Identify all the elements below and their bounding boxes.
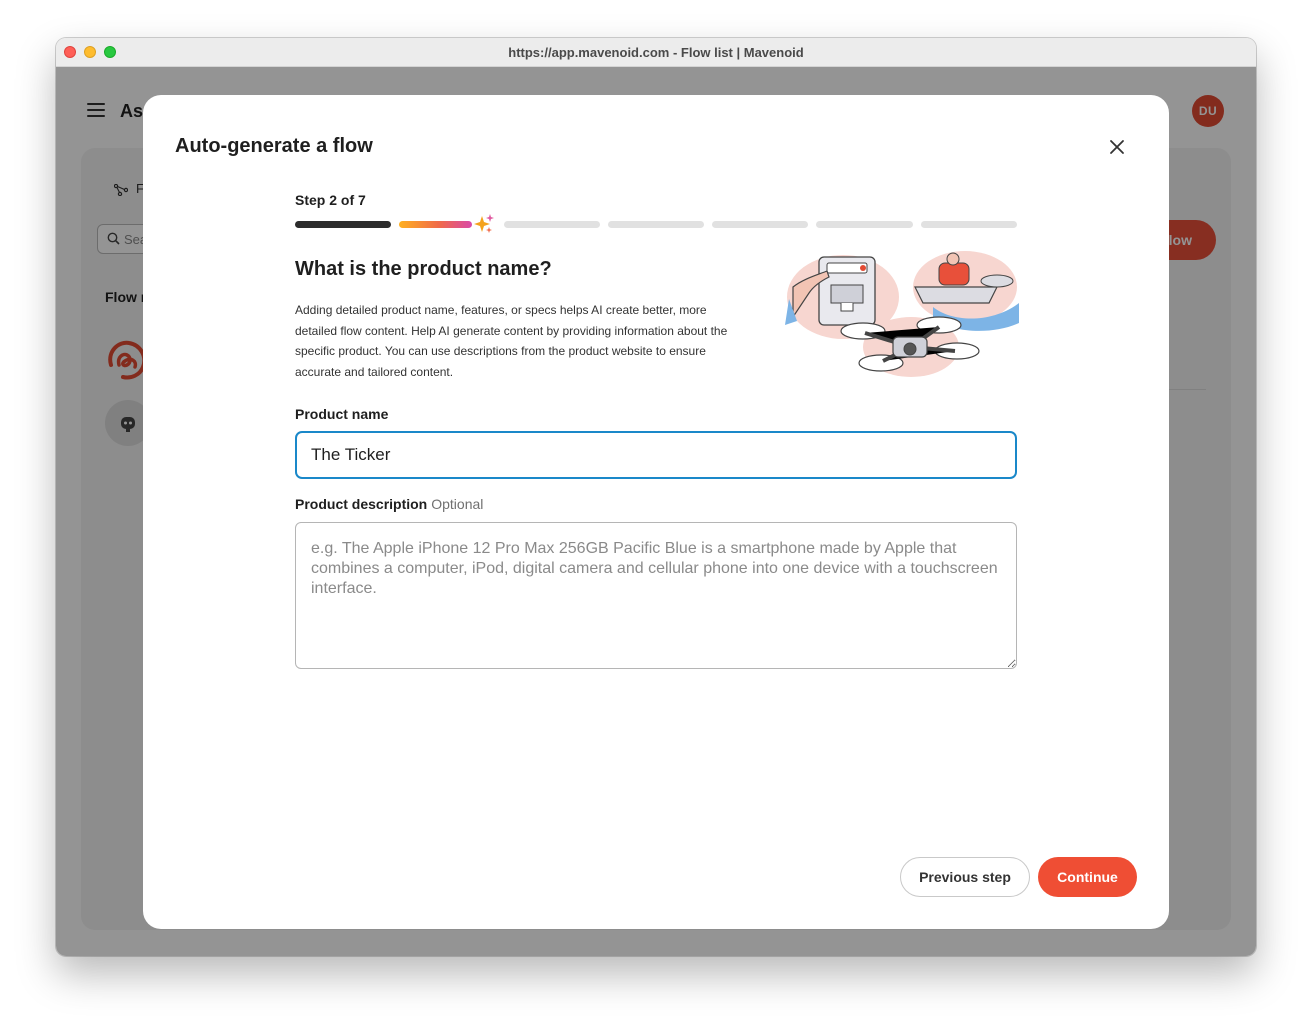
progress-segment-1 <box>295 221 391 228</box>
help-text: Adding detailed product name, features, … <box>295 303 728 379</box>
progress-segment-2 <box>399 221 472 228</box>
optional-tag: Optional <box>431 496 484 512</box>
browser-window: https://app.mavenoid.com - Flow list | M… <box>56 38 1256 956</box>
product-description-textarea[interactable] <box>295 522 1017 669</box>
progress-segment-4 <box>608 221 704 228</box>
window-title: https://app.mavenoid.com - Flow list | M… <box>508 45 804 60</box>
progress-segment-6 <box>816 221 913 228</box>
app-area: Ass DU F Sea flow Flow n Auto-generate a… <box>56 67 1256 956</box>
sparkle-icon <box>474 214 494 233</box>
previous-step-button[interactable]: Previous step <box>900 857 1030 897</box>
progress-segment-5 <box>712 221 808 228</box>
title-bar: https://app.mavenoid.com - Flow list | M… <box>56 38 1256 67</box>
step-progress-bar <box>295 214 1017 233</box>
modal-title: Auto-generate a flow <box>175 135 373 157</box>
step-label: Step 2 of 7 <box>295 192 366 208</box>
product-description-label-text: Product description <box>295 496 428 512</box>
auto-generate-modal: Auto-generate a flow Step 2 of 7 What is… <box>143 95 1169 929</box>
product-name-label: Product name <box>295 406 389 422</box>
question-heading: What is the product name? <box>295 258 552 280</box>
product-description-label: Product description Optional <box>295 496 483 512</box>
close-icon <box>1110 140 1124 154</box>
progress-segment-3 <box>504 221 600 228</box>
continue-button[interactable]: Continue <box>1038 857 1137 897</box>
product-illustration <box>785 251 1019 377</box>
close-button[interactable] <box>1105 135 1129 159</box>
product-name-input[interactable] <box>295 431 1017 479</box>
progress-segment-7 <box>921 221 1017 228</box>
